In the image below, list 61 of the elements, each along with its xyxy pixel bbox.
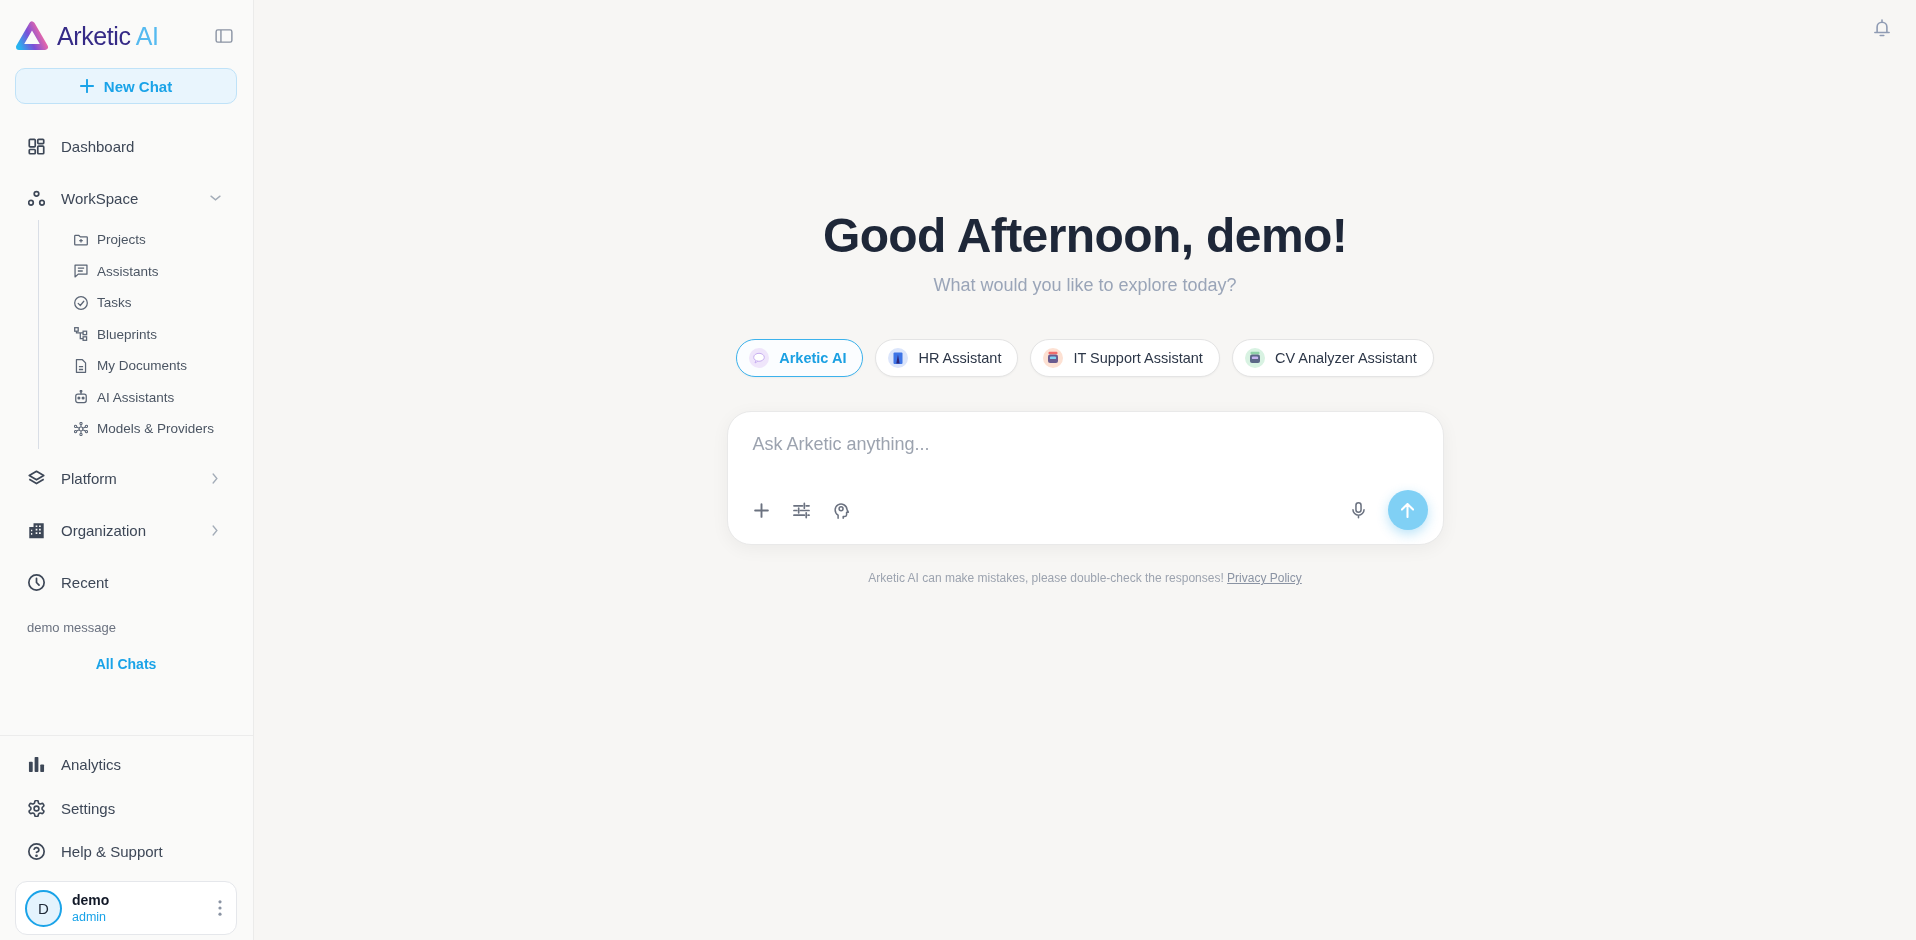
greeting-heading: Good Afternoon, demo! bbox=[822, 208, 1348, 264]
disclaimer-text: Arketic AI can make mistakes, please double-check the responses! Privacy Policy bbox=[868, 570, 1302, 586]
sidebar-toggle-button[interactable] bbox=[215, 29, 233, 43]
user-card[interactable]: D demo admin bbox=[15, 881, 237, 935]
user-name: demo bbox=[72, 891, 110, 909]
dashboard-grid-icon bbox=[28, 137, 45, 155]
folder-plus-icon bbox=[74, 232, 88, 247]
logo-icon bbox=[15, 20, 49, 52]
bell-icon bbox=[1874, 19, 1890, 37]
building-icon bbox=[28, 522, 45, 539]
sliders-icon bbox=[793, 501, 810, 519]
sidebar-nav-item[interactable]: Analytics bbox=[15, 744, 237, 785]
sidebar-nav-item[interactable]: Dashboard bbox=[15, 124, 237, 168]
assistant-chip[interactable]: HR Assistant bbox=[875, 339, 1019, 377]
brand-name: Arketic AI bbox=[57, 21, 159, 51]
sidebar-nav-item[interactable]: WorkSpace bbox=[15, 176, 237, 220]
sidebar-nav-item[interactable]: Recent bbox=[15, 560, 237, 605]
composer-card[interactable]: Ask Arketic anything... bbox=[726, 411, 1444, 545]
sidebar-nav-item[interactable]: Settings bbox=[15, 788, 237, 828]
three-circles-icon bbox=[28, 189, 45, 207]
bar-chart-icon bbox=[28, 756, 45, 773]
user-avatar: D bbox=[25, 889, 62, 927]
chat-bubble-icon bbox=[749, 348, 770, 368]
sidebar-subitem[interactable]: My Documents bbox=[39, 350, 237, 382]
sidebar-subitem[interactable]: Blueprints bbox=[39, 318, 237, 350]
recent-chat-item[interactable]: demo message bbox=[27, 618, 116, 637]
sidebar-subitem[interactable]: AI Assistants bbox=[39, 381, 237, 413]
user-role: admin bbox=[72, 909, 108, 925]
assistant-chip[interactable]: CV Analyzer Assistant bbox=[1231, 339, 1434, 377]
robot-icon bbox=[1244, 348, 1265, 368]
flowchart-icon bbox=[74, 327, 88, 342]
sidebar-nav-item[interactable]: Platform bbox=[15, 456, 237, 501]
message-input[interactable]: Ask Arketic anything... bbox=[727, 412, 1443, 490]
robot-icon bbox=[74, 390, 88, 405]
layers-icon bbox=[28, 470, 45, 487]
sidebar-subitem[interactable]: Projects bbox=[39, 224, 237, 256]
microphone-icon bbox=[1350, 501, 1367, 519]
arrow-up-icon bbox=[1401, 502, 1414, 518]
network-nodes-icon bbox=[74, 421, 88, 436]
message-lines-icon bbox=[74, 264, 88, 279]
notifications-button[interactable] bbox=[1874, 19, 1890, 37]
greeting-subtitle: What would you like to explore today? bbox=[933, 274, 1237, 297]
robot-icon bbox=[1043, 348, 1064, 368]
plus-icon bbox=[753, 501, 770, 519]
more-options-button[interactable] bbox=[218, 900, 222, 916]
kebab-menu-icon bbox=[218, 900, 222, 916]
document-icon bbox=[74, 358, 88, 373]
clock-icon bbox=[28, 574, 45, 591]
sidebar-subitem[interactable]: Assistants bbox=[39, 255, 237, 287]
assistant-chip[interactable]: IT Support Assistant bbox=[1030, 339, 1220, 377]
sidebar-subitem[interactable]: Models & Providers bbox=[39, 413, 237, 445]
suit-icon bbox=[888, 348, 909, 368]
sidebar-nav-item[interactable]: Help & Support bbox=[15, 831, 237, 872]
sidebar-panel-icon bbox=[215, 29, 233, 43]
settings-icon bbox=[28, 799, 45, 817]
sidebar-subitem[interactable]: Tasks bbox=[39, 287, 237, 319]
head-profile-icon bbox=[833, 501, 850, 519]
plus-icon bbox=[79, 79, 94, 93]
circle-check-icon bbox=[74, 295, 88, 310]
help-icon bbox=[28, 843, 45, 860]
sidebar-nav-item[interactable]: Organization bbox=[15, 508, 237, 553]
